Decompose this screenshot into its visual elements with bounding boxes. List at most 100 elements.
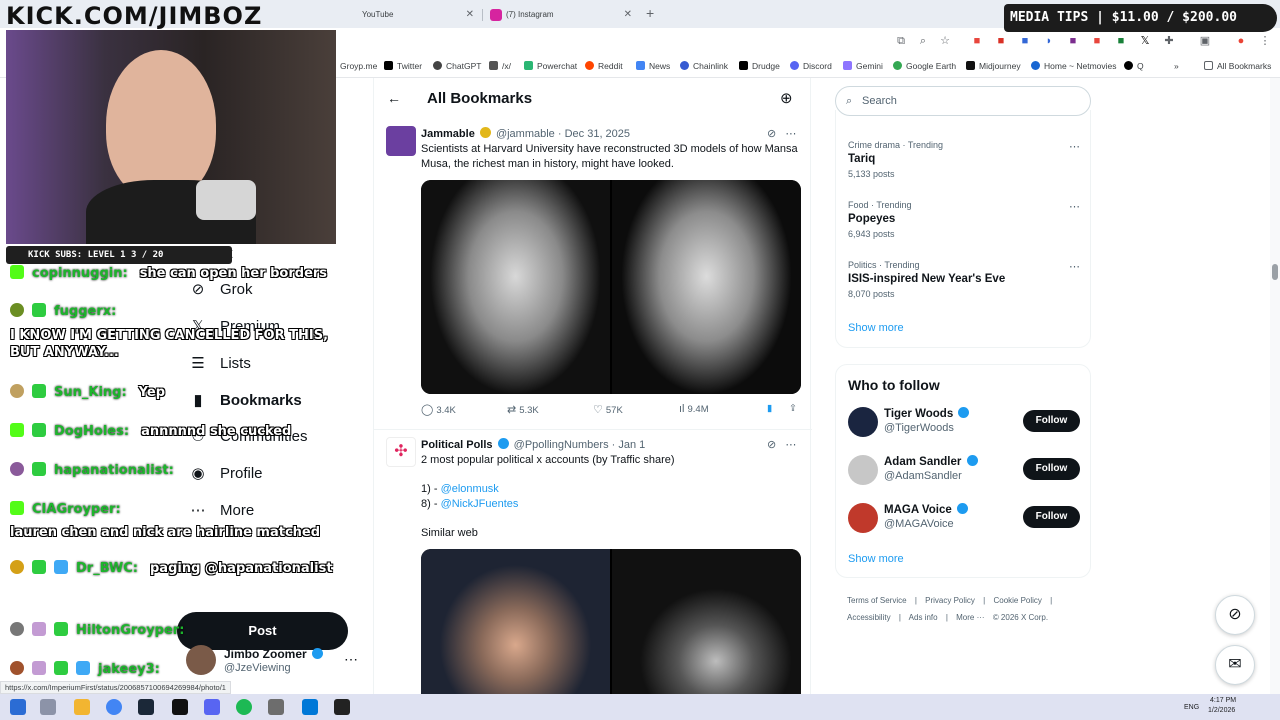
- more-options-icon[interactable]: ⋯: [1069, 200, 1080, 213]
- extension-icon[interactable]: ■: [1090, 34, 1104, 48]
- nav-item-more[interactable]: ⋯ More: [188, 501, 255, 525]
- extension-icon[interactable]: ■: [994, 34, 1008, 48]
- tab-youtube[interactable]: YouTube ✕: [340, 4, 480, 26]
- follow-button[interactable]: Follow: [1023, 458, 1080, 480]
- reply-button[interactable]: ◯ 3.4K: [421, 403, 456, 416]
- avatar[interactable]: ✣: [386, 437, 416, 467]
- grok-icon[interactable]: ⊘: [767, 128, 776, 140]
- media-image[interactable]: [612, 549, 801, 709]
- bookmark-item[interactable]: Groyp.me: [340, 61, 377, 71]
- start-icon[interactable]: [10, 699, 26, 715]
- media-image[interactable]: [612, 180, 801, 394]
- extension-icon[interactable]: ■: [1114, 34, 1128, 48]
- all-bookmarks-folder[interactable]: All Bookmarks: [1204, 61, 1271, 71]
- nav-item-profile[interactable]: ◉ Profile: [188, 464, 262, 488]
- more-options-icon[interactable]: ⋯: [785, 128, 796, 140]
- follow-suggestion[interactable]: MAGA Voice @MAGAVoice Follow: [848, 501, 1080, 537]
- steam-icon[interactable]: [138, 699, 154, 715]
- bookmark-item[interactable]: Powerchat: [524, 61, 577, 71]
- more-options-icon[interactable]: ⋯: [1069, 140, 1080, 153]
- media-image[interactable]: [421, 549, 610, 709]
- close-icon[interactable]: ✕: [624, 4, 632, 26]
- footer-link[interactable]: Ads info: [909, 613, 938, 622]
- extension-icon[interactable]: ■: [1066, 34, 1080, 48]
- tweet-media[interactable]: [421, 549, 801, 709]
- more-options-icon[interactable]: ⋯: [1069, 260, 1080, 273]
- avatar[interactable]: [386, 126, 416, 156]
- folder-icon[interactable]: [74, 699, 90, 715]
- zoom-icon[interactable]: ⌕: [916, 34, 930, 48]
- sidepanel-icon[interactable]: ▣: [1198, 34, 1212, 48]
- avatar[interactable]: [848, 455, 878, 485]
- footer-link[interactable]: Cookie Policy: [993, 596, 1041, 605]
- bookmark-item[interactable]: Home ~ Netmovies: [1031, 61, 1117, 71]
- new-folder-icon[interactable]: ⊕: [780, 89, 793, 107]
- nav-item-grok[interactable]: ⊘ Grok: [188, 280, 253, 304]
- extension-icon[interactable]: ◗: [1042, 34, 1056, 48]
- language-indicator[interactable]: ENG: [1184, 704, 1199, 711]
- tab-instagram[interactable]: (7) Instagram ✕: [484, 4, 638, 26]
- chevron-right-icon[interactable]: »: [1174, 61, 1179, 71]
- avatar[interactable]: [848, 407, 878, 437]
- bookmark-item[interactable]: Reddit: [585, 61, 623, 71]
- bookmark-item[interactable]: Drudge: [739, 61, 780, 71]
- trend-item[interactable]: Food · Trending Popeyes 6,943 posts ⋯: [848, 200, 1080, 239]
- bookmark-item[interactable]: ChatGPT: [433, 61, 481, 71]
- kebab-menu-icon[interactable]: ⋮: [1258, 34, 1272, 48]
- footer-link[interactable]: Privacy Policy: [925, 596, 975, 605]
- x-logo-icon[interactable]: 𝕏: [1138, 34, 1152, 48]
- avatar[interactable]: [848, 503, 878, 533]
- app-icon[interactable]: [302, 699, 318, 715]
- scrollbar[interactable]: [1270, 78, 1280, 698]
- tweet-media[interactable]: [421, 180, 801, 394]
- new-tab-button[interactable]: +: [646, 4, 654, 22]
- account-switcher[interactable]: Jimbo Zoomer @JzeViewing ⋯: [186, 645, 366, 681]
- task-view-icon[interactable]: [40, 699, 56, 715]
- clock-date[interactable]: 1/2/2026: [1208, 707, 1235, 714]
- bookmark-item[interactable]: Chainlink: [680, 61, 728, 71]
- bookmark-icon[interactable]: ▮: [767, 403, 772, 414]
- messages-icon[interactable]: ✉: [1215, 645, 1255, 685]
- follow-button[interactable]: Follow: [1023, 410, 1080, 432]
- bookmark-item[interactable]: Discord: [790, 61, 832, 71]
- grok-icon[interactable]: ⊘: [767, 439, 776, 451]
- more-options-icon[interactable]: ⋯: [344, 651, 358, 668]
- app-icon[interactable]: [268, 699, 284, 715]
- tweet[interactable]: Jammable @jammable · Dec 31, 2025 ⊘ ⋯ Sc…: [374, 120, 812, 430]
- footer-link[interactable]: More ···: [956, 613, 984, 622]
- trend-item[interactable]: Politics · Trending ISIS-inspired New Ye…: [848, 260, 1080, 299]
- bookmark-item[interactable]: /x/: [489, 61, 511, 71]
- bookmark-item[interactable]: Twitter: [384, 61, 422, 71]
- extension-icon[interactable]: ■: [1018, 34, 1032, 48]
- clock-time[interactable]: 4:17 PM: [1210, 697, 1236, 704]
- show-more-link[interactable]: Show more: [848, 553, 904, 565]
- star-icon[interactable]: ☆: [938, 34, 952, 48]
- follow-button[interactable]: Follow: [1023, 506, 1080, 528]
- bookmark-item[interactable]: Gemini: [843, 61, 883, 71]
- install-icon[interactable]: ⧉: [894, 34, 908, 48]
- nav-item-bookmarks[interactable]: ▮ Bookmarks: [188, 391, 302, 415]
- mention-link[interactable]: @elonmusk: [441, 483, 499, 495]
- terminal-icon[interactable]: [172, 699, 188, 715]
- bookmark-item[interactable]: Midjourney: [966, 61, 1021, 71]
- views-button[interactable]: ıl 9.4M: [679, 403, 709, 415]
- app-icon[interactable]: [334, 699, 350, 715]
- follow-suggestion[interactable]: Adam Sandler @AdamSandler Follow: [848, 453, 1080, 489]
- chrome-icon[interactable]: [106, 699, 122, 715]
- extension-icon[interactable]: ■: [970, 34, 984, 48]
- discord-icon[interactable]: [204, 699, 220, 715]
- profile-avatar-icon[interactable]: ●: [1234, 34, 1248, 48]
- trend-item[interactable]: Crime drama · Trending Tariq 5,133 posts…: [848, 140, 1080, 179]
- puzzle-icon[interactable]: ✚: [1162, 34, 1176, 48]
- mention-link[interactable]: @NickJFuentes: [441, 498, 519, 510]
- spotify-icon[interactable]: [236, 699, 252, 715]
- bookmark-item[interactable]: Q: [1124, 61, 1144, 71]
- repost-button[interactable]: ⇄ 5.3K: [507, 403, 539, 416]
- tweet[interactable]: ✣ Political Polls @PpollingNumbers · Jan…: [374, 431, 812, 709]
- bookmark-item[interactable]: News: [636, 61, 670, 71]
- more-options-icon[interactable]: ⋯: [785, 439, 796, 451]
- grok-icon[interactable]: ⊘: [1215, 595, 1255, 635]
- media-image[interactable]: [421, 180, 610, 394]
- bookmark-item[interactable]: Google Earth: [893, 61, 956, 71]
- share-icon[interactable]: ⇪: [789, 403, 797, 414]
